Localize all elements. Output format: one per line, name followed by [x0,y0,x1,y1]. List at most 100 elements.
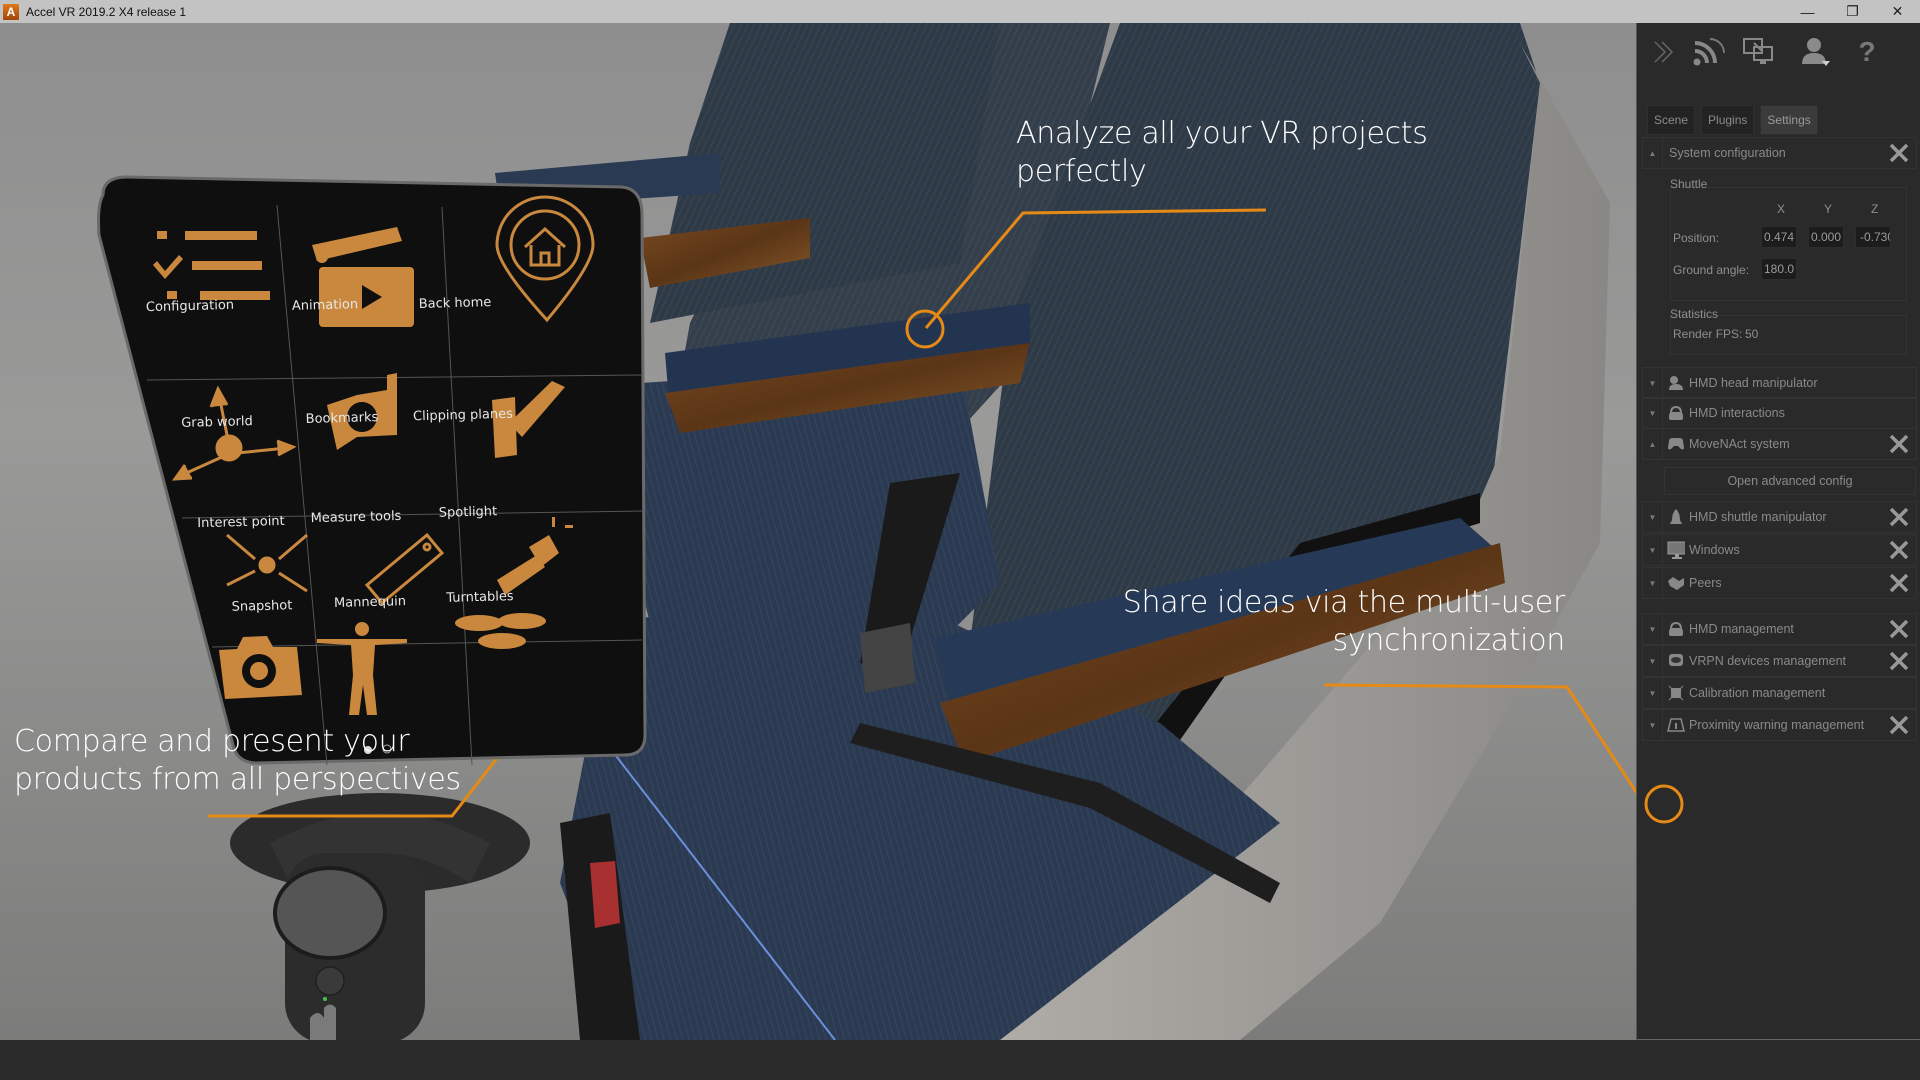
wrench-screwdriver-icon[interactable] [1888,142,1910,164]
expand-arrow-icon[interactable]: ▼ [1643,535,1663,565]
callout-share-line2: synchronization [1332,623,1566,658]
vrpn-device-icon [1667,652,1685,670]
expand-arrow-icon[interactable]: ▼ [1643,678,1663,708]
collapse-arrow-icon[interactable]: ▲ [1643,429,1663,459]
render-fps-value: 50 [1745,327,1759,341]
callout-compare-line2: products from all perspectives [14,762,461,797]
wrench-screwdriver-icon[interactable] [1888,714,1910,736]
head-manipulator-icon [1667,374,1685,392]
open-advanced-config-button[interactable]: Open advanced config [1664,467,1916,495]
monitor-icon [1667,541,1685,559]
expand-arrow-icon[interactable]: ▼ [1643,502,1663,532]
section-label: VRPN devices management [1689,654,1847,668]
collapse-arrow-icon[interactable]: ▲ [1643,138,1663,168]
section-hmd-interactions[interactable]: ▼ HMD interactions [1642,397,1917,429]
panel-tabs: Scene Plugins Settings [1647,105,1818,135]
wrench-screwdriver-icon[interactable] [1888,433,1910,455]
section-label: HMD shuttle manipulator [1689,510,1827,524]
section-label: System configuration [1669,146,1786,160]
ground-angle-label: Ground angle: [1673,263,1750,277]
network-signal-icon[interactable] [1689,31,1729,73]
axis-y-label: Y [1824,202,1833,216]
expand-arrow-icon[interactable]: ▼ [1643,368,1663,398]
expand-arrow-icon[interactable]: ▼ [1643,398,1663,428]
vr-controller [230,793,530,1040]
ground-angle-field[interactable]: 180.0 [1761,258,1797,280]
position-x-field[interactable]: 0.474 [1761,226,1797,248]
tab-scene[interactable]: Scene [1647,105,1696,135]
calibration-icon [1667,684,1685,702]
menu-item-bookmarks[interactable]: Bookmarks [305,410,378,427]
section-system-configuration[interactable]: ▲ System configuration [1642,137,1917,169]
section-label: Calibration management [1689,686,1826,700]
restore-icon: ❐ [1846,3,1859,19]
section-hmd-head-manipulator[interactable]: ▼ HMD head manipulator [1642,367,1917,399]
menu-item-mannequin[interactable]: Mannequin [334,594,406,611]
menu-item-turntables[interactable]: Turntables [446,589,514,606]
axis-x-label: X [1777,202,1786,216]
callout-compare-line1: Compare and present your [14,724,410,759]
expand-arrow-icon[interactable]: ▼ [1643,614,1663,644]
section-label: MoveNAct system [1689,437,1790,451]
menu-item-clipping-planes[interactable]: Clipping planes [413,407,513,425]
handshake-icon [1667,574,1685,592]
shuttle-icon [1667,508,1685,526]
shuttle-title: Shuttle [1670,177,1708,191]
window-controls: — ❐ ✕ [1785,0,1920,23]
app-logo-icon: A [3,3,19,20]
section-calibration-management[interactable]: ▼ Calibration management [1642,677,1917,709]
position-label: Position: [1673,231,1720,245]
minimize-icon: — [1800,3,1815,20]
expand-arrow-icon[interactable]: ▼ [1643,646,1663,676]
wrench-screwdriver-icon[interactable] [1888,572,1910,594]
expand-arrow-icon[interactable]: ▼ [1643,568,1663,598]
menu-item-snapshot[interactable]: Snapshot [231,598,292,615]
gamepad-icon [1667,435,1685,453]
callout-analyze: Analyze all your VR projects perfectly [1016,115,1428,191]
section-hmd-shuttle-manipulator[interactable]: ▼ HMD shuttle manipulator [1642,501,1917,533]
callout-target-share [1644,784,1684,824]
shuttle-group: Shuttle X Y Z Position: 0.474 0.000 -0.7… [1670,177,1907,301]
expand-chevrons-icon[interactable] [1643,31,1683,73]
menu-item-configuration[interactable]: Configuration [146,298,235,315]
section-movenact-system[interactable]: ▲ MoveNAct system [1642,428,1917,460]
proximity-warning-icon [1667,716,1685,734]
wrench-screwdriver-icon[interactable] [1888,618,1910,640]
status-bar [0,1040,1920,1080]
position-z-field[interactable]: -0.730 [1855,226,1891,248]
window-title: Accel VR 2019.2 X4 release 1 [26,4,187,19]
menu-item-measure-tools[interactable]: Measure tools [310,509,401,526]
wrench-screwdriver-icon[interactable] [1888,539,1910,561]
user-icon[interactable] [1795,31,1835,73]
section-label: HMD head manipulator [1689,376,1818,390]
restore-button[interactable]: ❐ [1830,0,1875,23]
menu-item-back-home[interactable]: Back home [419,295,492,312]
settings-panel: ? Scene Plugins Settings ▲ System config… [1636,23,1920,1040]
position-y-field[interactable]: 0.000 [1808,226,1844,248]
expand-arrow-icon[interactable]: ▼ [1643,710,1663,740]
section-vrpn-devices-management[interactable]: ▼ VRPN devices management [1642,645,1917,677]
minimize-button[interactable]: — [1785,0,1830,23]
3d-viewport[interactable]: Configuration Animation Back home Grab w… [0,23,1636,1040]
tab-settings[interactable]: Settings [1760,105,1818,135]
close-icon: ✕ [1891,3,1904,19]
close-button[interactable]: ✕ [1875,0,1920,23]
section-peers[interactable]: ▼ Peers [1642,567,1917,599]
callout-compare: Compare and present your products from a… [14,723,461,799]
help-icon[interactable]: ? [1847,31,1887,73]
menu-item-interest-point[interactable]: Interest point [197,514,285,531]
menu-item-spotlight[interactable]: Spotlight [439,504,498,521]
section-hmd-management[interactable]: ▼ HMD management [1642,613,1917,645]
wrench-screwdriver-icon[interactable] [1888,650,1910,672]
tab-plugins[interactable]: Plugins [1701,105,1755,135]
vr-tablet-menu[interactable]: Configuration Animation Back home Grab w… [97,175,647,775]
panel-toolbar: ? [1637,31,1920,75]
menu-item-grab-world[interactable]: Grab world [181,414,253,431]
section-label: HMD management [1689,622,1794,636]
remote-display-icon[interactable] [1739,31,1779,73]
menu-item-animation[interactable]: Animation [292,297,359,314]
section-proximity-warning-management[interactable]: ▼ Proximity warning management [1642,709,1917,741]
render-fps-label: Render FPS: [1673,327,1743,341]
wrench-screwdriver-icon[interactable] [1888,506,1910,528]
section-windows[interactable]: ▼ Windows [1642,534,1917,566]
